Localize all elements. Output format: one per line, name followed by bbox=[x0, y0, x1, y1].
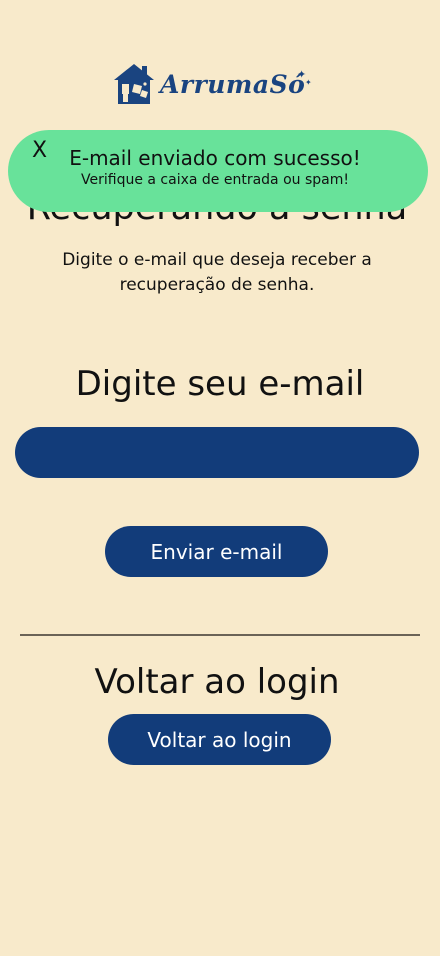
app-logo: ArrumaSó ✦ ✦ bbox=[112, 62, 312, 106]
email-input[interactable] bbox=[15, 427, 419, 478]
toast-message: Verifique a caixa de entrada ou spam! bbox=[81, 172, 349, 188]
house-cleaning-icon bbox=[112, 62, 156, 106]
email-section-heading: Digite seu e-mail bbox=[75, 364, 365, 404]
logo-wordmark: ArrumaSó bbox=[160, 69, 306, 99]
toast-title: E-mail enviado com sucesso! bbox=[69, 146, 361, 170]
success-toast: X E-mail enviado com sucesso! Verifique … bbox=[8, 130, 428, 212]
send-email-button[interactable]: Enviar e-mail bbox=[105, 526, 328, 577]
sparkle-icon: ✦ bbox=[305, 78, 312, 87]
back-to-login-button[interactable]: Voltar ao login bbox=[108, 714, 331, 765]
page-subtitle: Digite o e-mail que deseja receber a rec… bbox=[62, 250, 372, 295]
login-section-heading: Voltar ao login bbox=[94, 662, 340, 702]
divider bbox=[20, 634, 420, 636]
